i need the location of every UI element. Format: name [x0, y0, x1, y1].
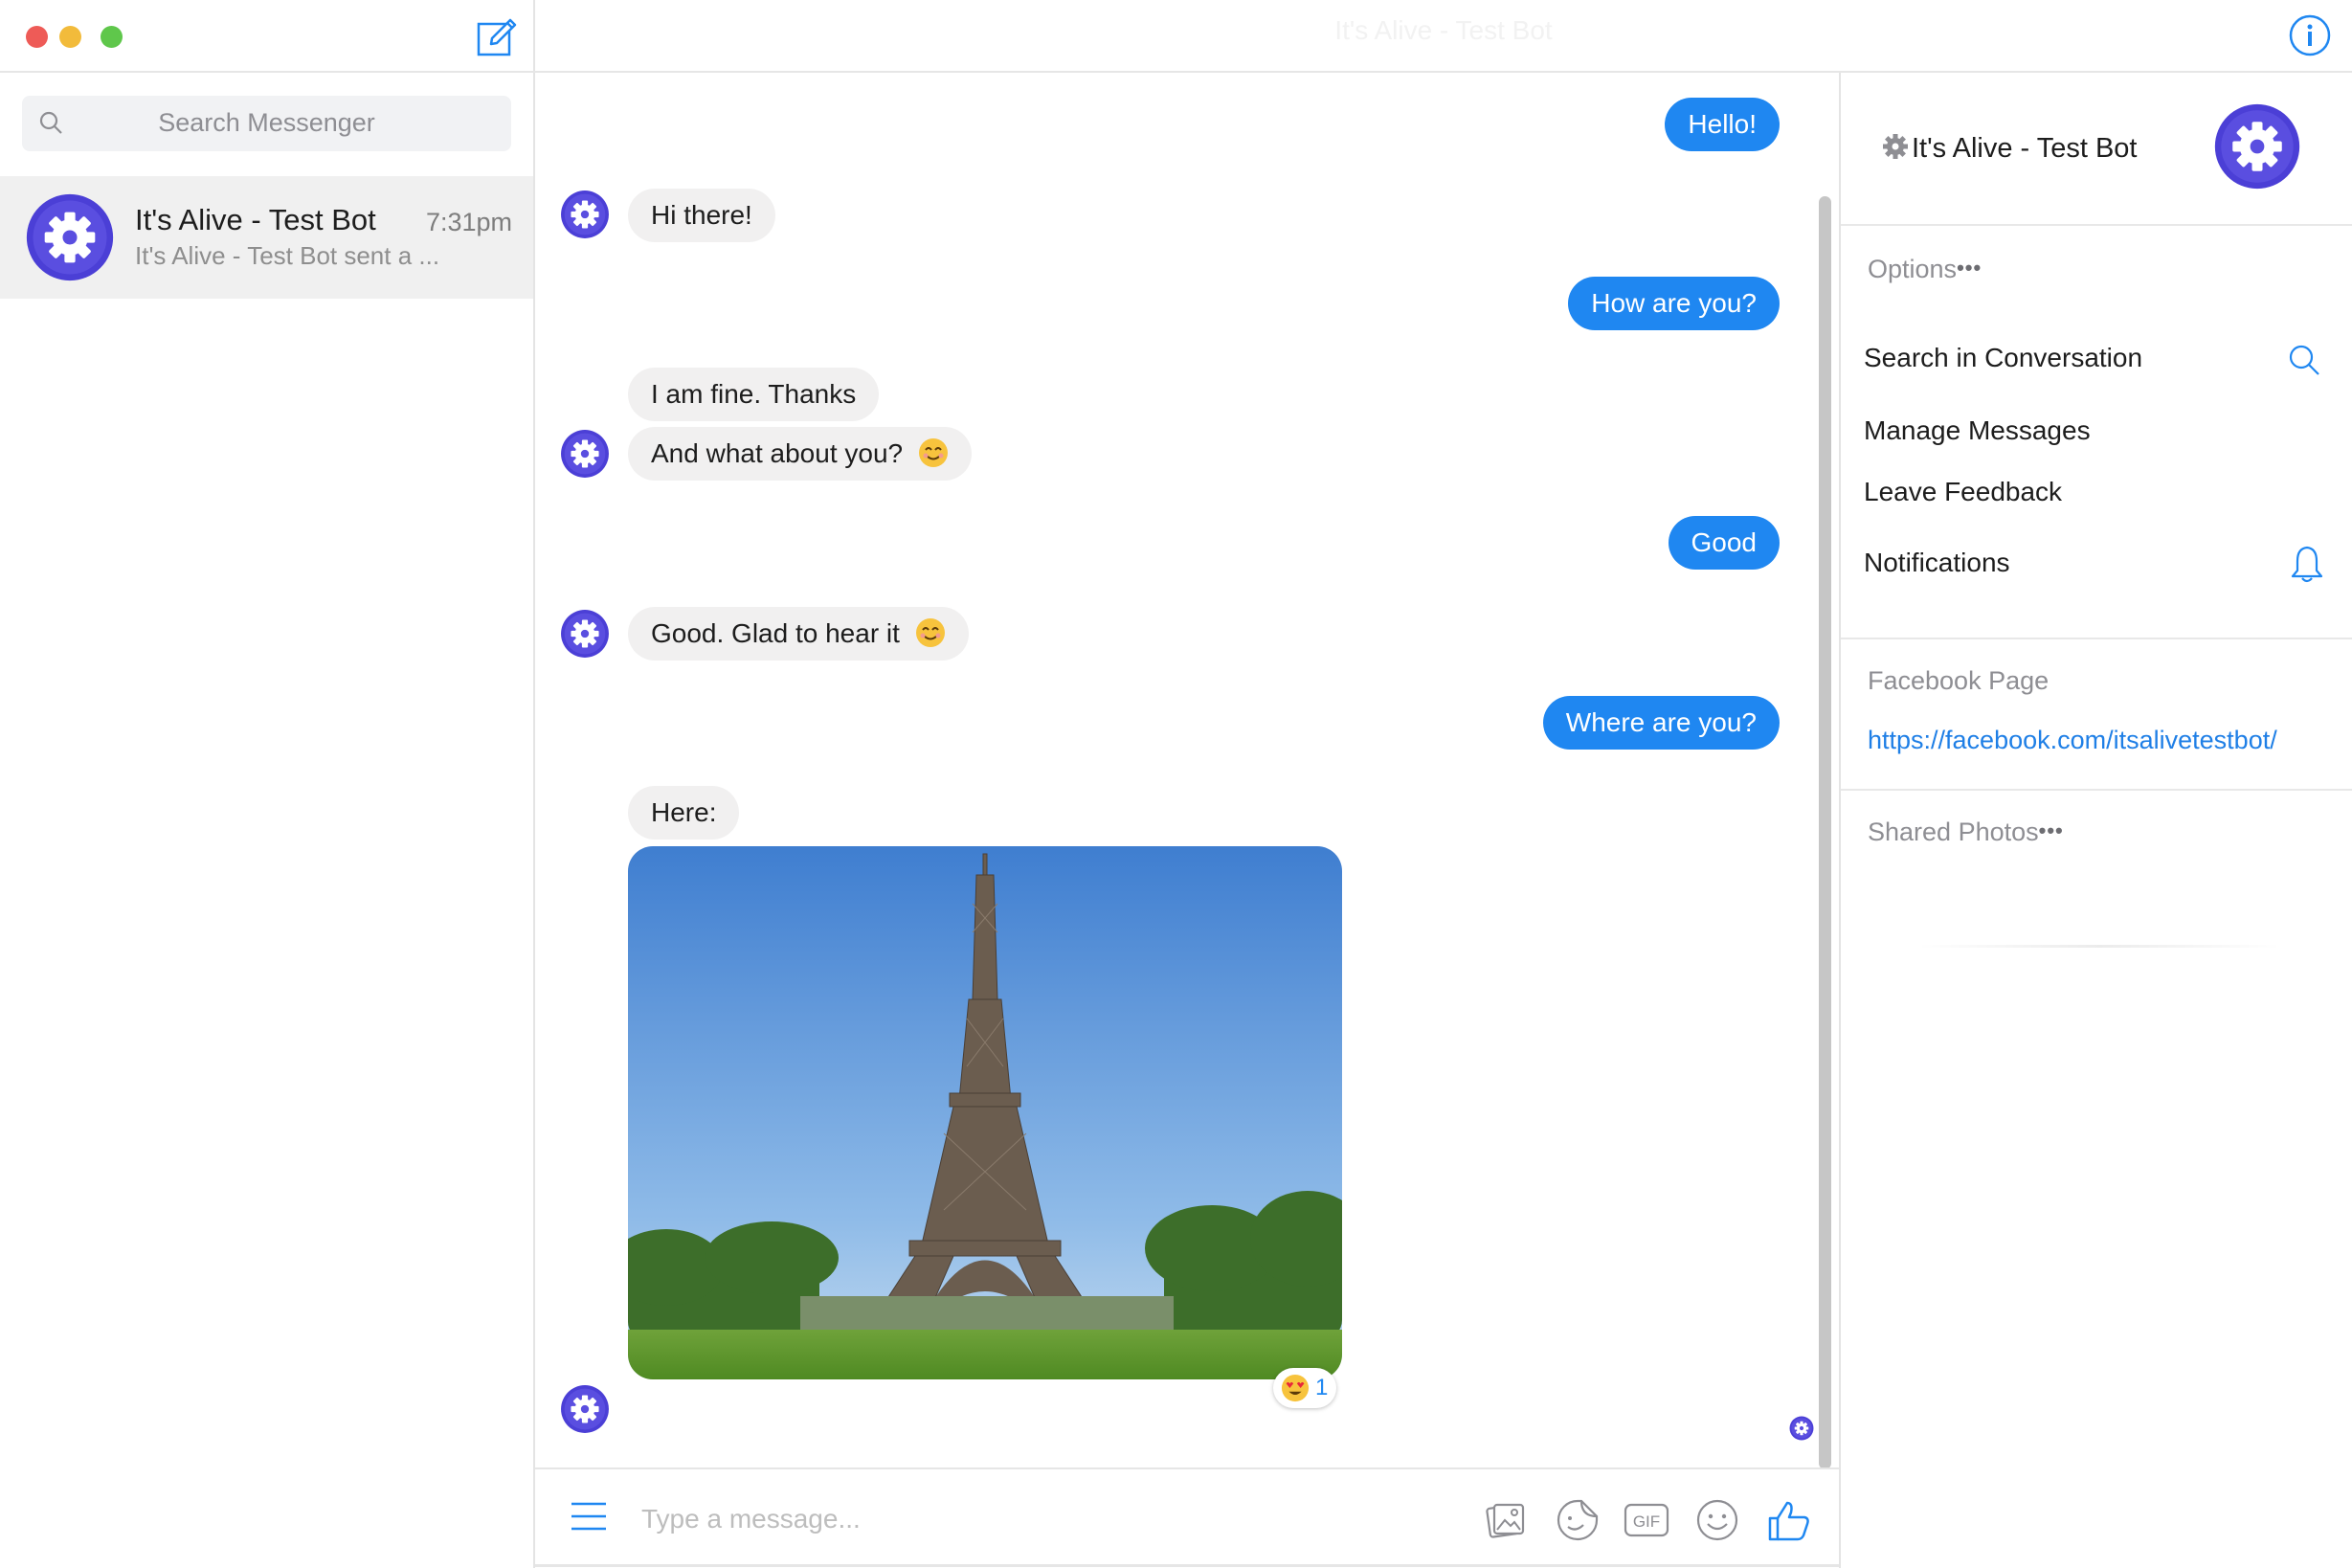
smile-emoji-icon — [915, 617, 946, 648]
thumbs-up-icon[interactable] — [1766, 1497, 1812, 1543]
smile-emoji-icon — [918, 437, 949, 468]
panel-bot-name: It's Alive - Test Bot — [1881, 132, 2137, 165]
message-bubble-outgoing: How are you? — [1568, 277, 1780, 330]
shared-photos-section-header[interactable]: Shared Photos••• — [1868, 818, 2064, 847]
divider — [1841, 224, 2352, 226]
seen-indicator-avatar — [1789, 1416, 1814, 1441]
info-icon[interactable] — [2287, 12, 2333, 58]
divider — [1841, 638, 2352, 639]
message-bubble-incoming: And what about you? — [628, 427, 972, 481]
divider — [0, 71, 535, 73]
search-placeholder: Search Messenger — [158, 108, 375, 137]
message-bubble-incoming: I am fine. Thanks — [628, 368, 880, 421]
sticker-icon[interactable] — [1555, 1497, 1601, 1543]
photo-reaction[interactable]: 1 — [1273, 1368, 1336, 1408]
more-dots-icon: ••• — [1957, 256, 1982, 280]
more-dots-icon: ••• — [2038, 818, 2064, 842]
bot-avatar — [560, 1384, 610, 1434]
search-in-conversation-option[interactable]: Search in Conversation — [1864, 343, 2142, 373]
panel-bot-name-text: It's Alive - Test Bot — [1912, 133, 2138, 164]
gear-icon — [1883, 134, 1908, 159]
notifications-option[interactable]: Notifications — [1864, 548, 2010, 578]
options-label: Options — [1868, 255, 1958, 283]
bell-icon[interactable] — [2290, 544, 2324, 584]
message-bubble-incoming: Good. Glad to hear it — [628, 607, 969, 661]
conversation-item[interactable]: It's Alive - Test Bot 7:31pm It's Alive … — [0, 176, 533, 299]
conversation-sidebar: Search Messenger It's Alive - Test Bot 7… — [0, 0, 535, 1568]
bot-avatar — [560, 609, 610, 659]
gif-icon[interactable]: GIF — [1624, 1497, 1669, 1543]
heart-eyes-emoji-icon — [1281, 1374, 1310, 1402]
message-text: And what about you? — [651, 438, 904, 468]
facebook-page-link[interactable]: https://facebook.com/itsalivetestbot/ — [1868, 726, 2277, 755]
reaction-count: 1 — [1315, 1375, 1329, 1400]
conversation-info-panel: It's Alive - Test Bot Options••• Search … — [1839, 73, 2352, 1568]
chat-scrollbar[interactable] — [1819, 196, 1831, 1469]
menu-icon[interactable] — [570, 1500, 608, 1533]
options-section-header[interactable]: Options••• — [1868, 255, 1982, 284]
manage-messages-option[interactable]: Manage Messages — [1864, 415, 2091, 446]
shared-photos-label: Shared Photos — [1868, 818, 2039, 846]
search-messenger-field[interactable]: Search Messenger — [22, 96, 511, 151]
bot-avatar — [560, 429, 610, 479]
message-bubble-outgoing: Good — [1668, 516, 1780, 570]
message-text: Good. Glad to hear it — [651, 618, 900, 648]
message-bubble-incoming: Here: — [628, 786, 740, 840]
facebook-page-label: Facebook Page — [1868, 666, 2050, 695]
leave-feedback-option[interactable]: Leave Feedback — [1864, 477, 2062, 507]
compose-icon[interactable] — [476, 16, 519, 59]
divider — [535, 1467, 1839, 1469]
window-maximize-button[interactable] — [101, 26, 123, 48]
bot-avatar — [25, 192, 115, 282]
window-close-button[interactable] — [26, 26, 48, 48]
message-bubble-incoming: Hi there! — [628, 189, 775, 242]
message-bubble-outgoing: Hello! — [1665, 98, 1780, 151]
svg-text:GIF: GIF — [1633, 1512, 1660, 1531]
emoji-icon[interactable] — [1694, 1497, 1740, 1543]
eiffel-tower-photo[interactable] — [628, 846, 1342, 1379]
bot-avatar — [2213, 102, 2301, 190]
window-minimize-button[interactable] — [59, 26, 81, 48]
bot-avatar — [560, 190, 610, 239]
divider — [535, 1564, 1839, 1567]
window-title: It's Alive - Test Bot — [1334, 15, 1553, 45]
conversation-name: It's Alive - Test Bot — [135, 203, 376, 236]
photo-icon[interactable] — [1483, 1497, 1529, 1543]
conversation-preview: It's Alive - Test Bot sent a ... — [135, 241, 440, 270]
shared-photos-placeholder — [1917, 945, 2281, 948]
conversation-time: 7:31pm — [425, 208, 512, 236]
message-bubble-outgoing: Where are you? — [1542, 696, 1780, 750]
message-input[interactable] — [639, 1498, 1405, 1540]
divider — [1841, 789, 2352, 791]
search-icon[interactable] — [2287, 343, 2321, 377]
